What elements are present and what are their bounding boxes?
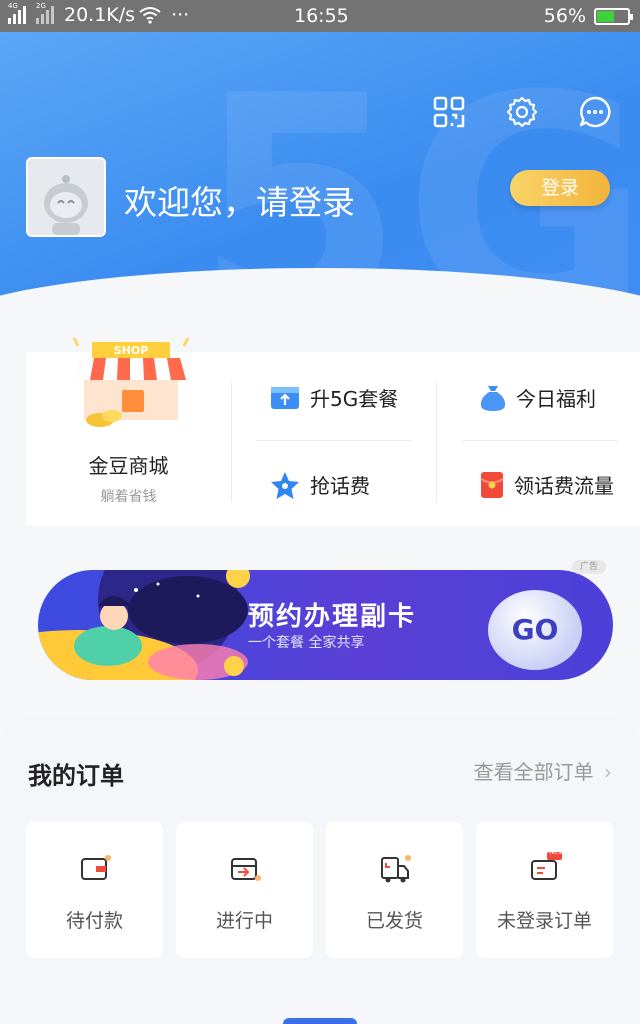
- status-right: 56%: [543, 5, 633, 27]
- order-card-shipped[interactable]: 已发货: [326, 822, 463, 958]
- qr-scan-icon[interactable]: [432, 95, 466, 129]
- in-progress-icon: [231, 858, 261, 881]
- delivery-truck-icon: [381, 855, 411, 883]
- divider-horizontal: [462, 440, 617, 441]
- order-label: 未登录订单: [496, 910, 592, 932]
- view-all-orders-link[interactable]: 查看全部订单 ›: [474, 756, 612, 785]
- upgrade-5g-plan[interactable]: 升5G套餐: [270, 383, 398, 412]
- order-card-in-progress[interactable]: 进行中: [176, 822, 313, 958]
- network-tag-4g: 4G: [8, 2, 18, 10]
- quick-services-panel: SHOP 金豆商城 躺着省钱 升5G套餐 今日福利 抢话费 领话费流量: [26, 337, 640, 526]
- order-label: 待付款: [65, 910, 123, 932]
- signal-4g-icon: 4G: [8, 2, 26, 24]
- order-label: 已发货: [365, 910, 423, 932]
- ad-badge: 广告: [572, 560, 606, 574]
- daily-welfare[interactable]: 今日福利: [480, 383, 596, 412]
- grab-credit-label: 抢话费: [310, 474, 370, 498]
- network-speed: 20.1K/s: [64, 4, 136, 26]
- welcome-login-prompt[interactable]: 欢迎您，请登录: [124, 176, 355, 224]
- new-badge: New: [549, 848, 565, 856]
- more-dots: ···: [171, 4, 190, 26]
- upgrade-card-icon: [271, 386, 299, 409]
- wifi-icon: [139, 7, 161, 24]
- avatar[interactable]: [26, 157, 106, 237]
- go-button[interactable]: GO: [488, 590, 582, 670]
- card-new-icon: [531, 852, 562, 880]
- money-bag-icon: [480, 385, 506, 411]
- gold-bean-mall[interactable]: SHOP 金豆商城 躺着省钱: [26, 337, 231, 526]
- daily-welfare-label: 今日福利: [516, 387, 596, 411]
- signal-2g-icon: 2G: [36, 2, 54, 24]
- status-left: 4G 2G 20.1K/s ···: [8, 2, 190, 26]
- status-time: 16:55: [294, 5, 349, 27]
- battery-icon: [594, 7, 633, 25]
- message-chat-icon[interactable]: [578, 95, 612, 129]
- banner-title: 预约办理副卡: [248, 602, 417, 632]
- shop-store-icon: SHOP: [72, 337, 190, 427]
- grab-phone-credit[interactable]: 抢话费: [270, 470, 370, 499]
- mall-subtitle: 躺着省钱: [100, 489, 157, 505]
- my-orders-title: 我的订单: [28, 762, 124, 790]
- banner-subtitle: 一个套餐 全家共享: [248, 635, 365, 651]
- red-envelope-icon: [480, 471, 504, 498]
- network-tag-2g: 2G: [36, 2, 46, 10]
- login-button[interactable]: 登录: [510, 170, 610, 206]
- divider-vertical: [436, 382, 437, 502]
- watermark-5g: 5G: [195, 32, 640, 300]
- mall-label: 金豆商城: [88, 454, 169, 478]
- divider-horizontal: [256, 440, 411, 441]
- order-label: 进行中: [215, 910, 273, 932]
- upgrade-5g-label: 升5G套餐: [310, 387, 399, 411]
- divider-vertical: [231, 382, 232, 502]
- status-bar: 4G 2G 20.1K/s ··· 16:55 56%: [0, 0, 640, 32]
- claim-credit-label: 领话费流量: [514, 474, 614, 498]
- order-card-not-logged-in[interactable]: New 未登录订单: [476, 822, 613, 958]
- settings-gear-icon[interactable]: [505, 95, 539, 129]
- chevron-right-icon: ›: [604, 760, 612, 784]
- order-card-pending-payment[interactable]: 待付款: [26, 822, 163, 958]
- star-icon: [271, 471, 299, 499]
- shop-sign-text: SHOP: [114, 344, 149, 357]
- wallet-icon: [81, 855, 111, 880]
- robot-avatar-icon: [44, 175, 88, 235]
- bottom-tab-indicator: [283, 1018, 357, 1024]
- claim-credit-data[interactable]: 领话费流量: [480, 470, 614, 499]
- view-all-orders-label: 查看全部订单: [473, 760, 594, 784]
- battery-percent: 56%: [543, 5, 586, 27]
